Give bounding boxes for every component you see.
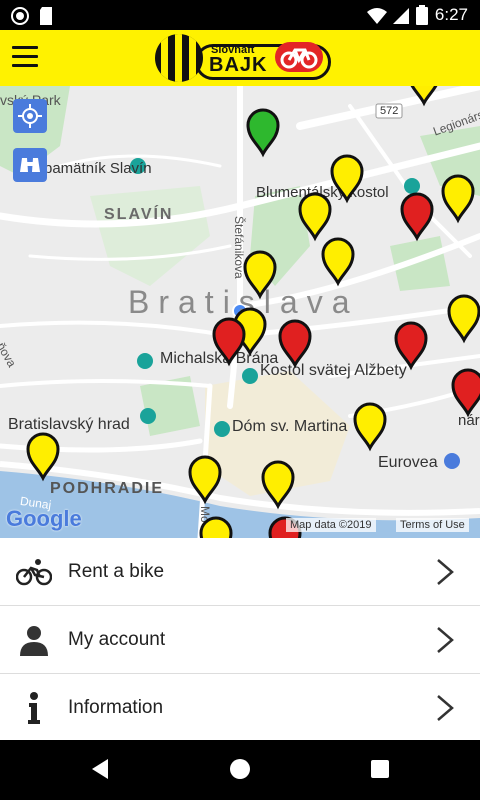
station-pin-available[interactable] [188,455,222,505]
locate-button[interactable] [13,99,47,133]
menu-item-information[interactable]: Information [0,674,480,742]
station-pin-empty[interactable] [451,368,480,418]
app-logo: Slovnaft BAJK [155,34,331,82]
signal-icon [393,8,409,24]
sd-card-icon [40,7,52,25]
binoculars-icon [20,158,40,172]
station-pin-empty[interactable] [212,317,246,367]
menu-item-label: Information [68,696,164,718]
terms-of-use-link[interactable]: Terms of Use [396,518,469,532]
recents-icon[interactable] [370,759,390,779]
menu-item-label: Rent a bike [68,560,165,582]
menu-item-label: My account [68,628,166,650]
station-pin-available[interactable] [330,154,364,204]
station-pin-available[interactable] [298,192,332,242]
menu-item-my-account[interactable]: My account [0,606,480,674]
chevron-right-icon [437,626,454,653]
person-icon [16,622,52,658]
menu-icon[interactable] [12,46,38,68]
clock: 6:27 [434,5,468,24]
station-pin-empty[interactable] [400,192,434,242]
station-pin-available[interactable] [321,237,355,287]
station-pin-layer [0,86,480,538]
wifi-icon [367,8,387,24]
map-view[interactable]: vský Park pamätník Slavín SLAVÍN Štefáni… [0,86,480,538]
layers-button[interactable] [13,148,47,182]
back-icon[interactable] [90,758,110,780]
app-bar: Slovnaft BAJK [0,30,480,86]
status-bar: 6:27 [0,0,480,30]
main-menu: Rent a bike My account Information [0,538,480,742]
google-logo: Google [6,506,82,531]
station-pin-available[interactable] [199,516,233,538]
station-pin-available[interactable] [243,250,277,300]
station-pin-available[interactable] [441,174,475,224]
bike-icon [16,554,52,590]
station-pin-empty[interactable] [278,319,312,369]
menu-item-rent-bike[interactable]: Rent a bike [0,538,480,606]
chevron-right-icon [437,694,454,721]
station-pin-available[interactable] [353,402,387,452]
station-pin-available[interactable] [409,86,439,107]
system-nav-bar [0,740,480,800]
record-icon [11,7,29,25]
station-pin-selected[interactable] [246,108,280,158]
station-pin-available[interactable] [261,460,295,510]
locate-icon [18,104,42,128]
station-pin-empty[interactable] [394,321,428,371]
home-icon[interactable] [229,758,251,780]
brand-big: BAJK [209,54,268,76]
station-pin-available[interactable] [26,432,60,482]
bike-logo-icon [275,42,323,72]
info-icon [16,690,52,726]
map-data-attribution: Map data ©2019 [286,518,376,532]
battery-icon [416,5,428,25]
chevron-right-icon [437,558,454,585]
station-pin-available[interactable] [447,294,480,344]
